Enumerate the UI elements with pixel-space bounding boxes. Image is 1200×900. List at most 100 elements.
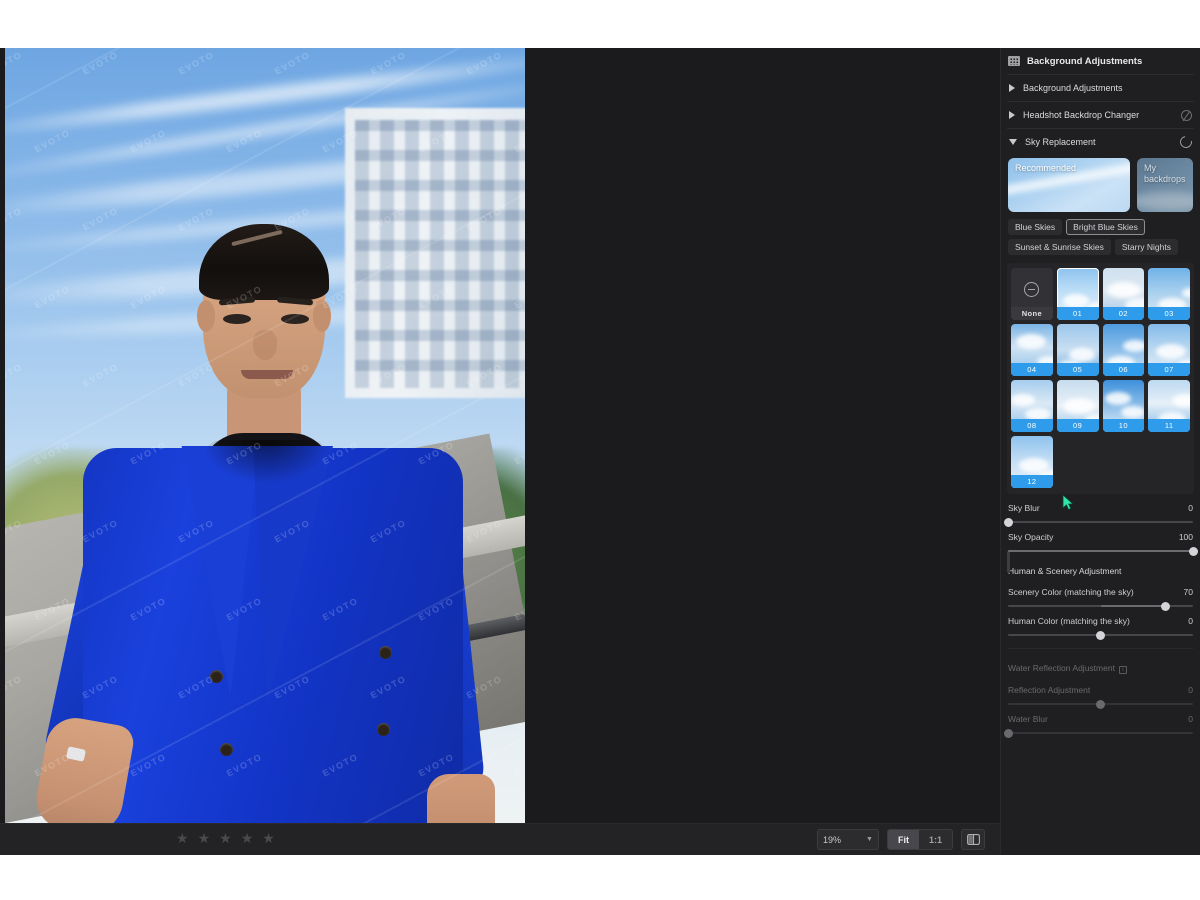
slider-label: Sky Blur bbox=[1008, 503, 1040, 513]
backdrop-source-tabs: Recommended My backdrops bbox=[1001, 155, 1200, 219]
slider-label: Human Color (matching the sky) bbox=[1008, 616, 1130, 626]
thumbnail-label: 10 bbox=[1102, 419, 1145, 432]
slider-track[interactable] bbox=[1008, 699, 1193, 709]
slider-row: Scenery Color (matching the sky) 70 bbox=[1001, 578, 1200, 611]
sky-category-chips: Blue Skies Bright Blue Skies Sunset & Sunr… bbox=[1001, 219, 1200, 255]
minus-circle-icon bbox=[1024, 281, 1040, 297]
zoom-level-select[interactable]: 19% ▼ bbox=[816, 829, 879, 850]
cloud-shape bbox=[1106, 282, 1141, 298]
fit-button[interactable]: Fit bbox=[887, 830, 919, 849]
slider-header: Sky Blur 0 bbox=[1008, 503, 1193, 513]
sky-thumbnail[interactable]: 07 bbox=[1148, 324, 1190, 376]
thumbnail-label: 01 bbox=[1056, 307, 1099, 320]
chip-label: Blue Skies bbox=[1015, 222, 1056, 232]
section-headshot-backdrop-changer[interactable]: Headshot Backdrop Changer bbox=[1001, 102, 1200, 128]
sky-thumbnail[interactable]: 09 bbox=[1056, 380, 1099, 432]
backdrop-tab-recommended[interactable]: Recommended bbox=[1008, 158, 1130, 212]
rating-star[interactable]: ★ bbox=[198, 831, 211, 845]
panel-title: Background Adjustments bbox=[1027, 55, 1143, 67]
slider-knob[interactable] bbox=[1096, 630, 1105, 640]
slider-row: Sky Blur 0 bbox=[1001, 494, 1200, 527]
chip-label: Starry Nights bbox=[1121, 242, 1171, 252]
sky-thumbnail[interactable]: 02 bbox=[1102, 268, 1145, 320]
thumbnail-label: 11 bbox=[1148, 419, 1190, 432]
cloud-shape bbox=[1016, 334, 1046, 349]
sky-thumbnail[interactable]: 11 bbox=[1148, 380, 1190, 432]
slider-track[interactable] bbox=[1003, 517, 1193, 527]
thumbnail-label: 07 bbox=[1148, 363, 1190, 376]
section-sky-replacement[interactable]: Sky Replacement bbox=[1001, 129, 1200, 155]
sky-thumbnail[interactable]: 08 bbox=[1011, 380, 1053, 432]
slider-knob[interactable] bbox=[1096, 699, 1105, 709]
slider-track[interactable] bbox=[1008, 601, 1193, 611]
rating-star[interactable]: ★ bbox=[219, 831, 232, 845]
thumbnail-label: 08 bbox=[1011, 419, 1053, 432]
zoom-level-value: 19% bbox=[822, 834, 841, 845]
sky-thumbnail[interactable]: 03 bbox=[1148, 268, 1190, 320]
sky-sliders: Sky Blur 0 Sky Opacity 100 bbox=[1001, 494, 1200, 556]
sky-thumbnail[interactable]: 04 bbox=[1011, 324, 1053, 376]
sky-thumbnail[interactable]: 05 bbox=[1056, 324, 1099, 376]
reset-icon[interactable] bbox=[1177, 133, 1195, 151]
sky-thumbnail[interactable]: 06 bbox=[1102, 324, 1145, 376]
slider-header: Scenery Color (matching the sky) 70 bbox=[1008, 587, 1193, 597]
rating-stars[interactable]: ★ ★ ★ ★ ★ bbox=[176, 831, 275, 845]
slider-knob[interactable] bbox=[1160, 601, 1170, 611]
slider-knob[interactable] bbox=[1188, 546, 1198, 556]
sky-category-chip[interactable]: Bright Blue Skies bbox=[1066, 219, 1145, 235]
slider-label: Scenery Color (matching the sky) bbox=[1008, 587, 1134, 597]
sky-thumbnail-none[interactable]: None bbox=[1011, 268, 1053, 320]
panel-collapse-handle[interactable] bbox=[1007, 551, 1010, 573]
sky-thumbnail[interactable]: 12 bbox=[1011, 436, 1053, 488]
chip-label: Sunset & Sunrise Skies bbox=[1015, 242, 1104, 252]
slider-knob[interactable] bbox=[1003, 517, 1013, 527]
sky-thumbnail[interactable]: 10 bbox=[1102, 380, 1145, 432]
slider-track[interactable] bbox=[1008, 546, 1198, 556]
image-viewer[interactable]: EVOTO EVOTO EVOTO EVOTO EVOTO EVOTO EVOTO EVOTO… bbox=[0, 48, 1000, 823]
chip-label: Bright Blue Skies bbox=[1073, 222, 1138, 232]
chevron-down-icon bbox=[1009, 139, 1017, 145]
fit-mode-group: Fit 1:1 bbox=[886, 829, 953, 850]
cloud-shape bbox=[1120, 406, 1145, 418]
section-background-adjustments[interactable]: Background Adjustments bbox=[1001, 75, 1200, 101]
slider-header: Water Blur 0 bbox=[1008, 714, 1193, 724]
slider-header: Sky Opacity 100 bbox=[1008, 532, 1193, 542]
disabled-circle-icon[interactable] bbox=[1181, 109, 1192, 121]
sky-thumbnail[interactable]: 01 bbox=[1056, 268, 1099, 320]
rating-star[interactable]: ★ bbox=[176, 831, 189, 845]
slider-label: Reflection Adjustment bbox=[1008, 685, 1091, 695]
thumbnail-label: 05 bbox=[1056, 363, 1099, 376]
one-to-one-button[interactable]: 1:1 bbox=[919, 830, 952, 849]
section-label: Headshot Backdrop Changer bbox=[1023, 110, 1140, 120]
split-view-icon[interactable] bbox=[961, 829, 985, 850]
sky-thumbnail-panel: None 01 02 03 04 05 06 07 08 09 10 11 12 bbox=[1007, 263, 1194, 573]
evoto-app-window: EVOTO EVOTO EVOTO EVOTO EVOTO EVOTO EVOTO EVOTO… bbox=[0, 48, 1200, 855]
section-label: Background Adjustments bbox=[1023, 83, 1123, 93]
sky-category-chip[interactable]: Starry Nights bbox=[1114, 239, 1178, 255]
slider-label: Water Blur bbox=[1008, 714, 1048, 724]
cloud-shape bbox=[1156, 344, 1187, 359]
water-group-label: Water Reflection Adjustment bbox=[1008, 663, 1115, 673]
cloud-shape bbox=[1062, 294, 1089, 308]
photo-subject bbox=[5, 48, 525, 823]
cloud-shape bbox=[1011, 394, 1035, 406]
sky-category-chip[interactable]: Blue Skies bbox=[1008, 219, 1063, 235]
slider-knob[interactable] bbox=[1003, 728, 1013, 738]
info-icon[interactable]: i bbox=[1118, 666, 1127, 674]
rating-star[interactable]: ★ bbox=[262, 831, 275, 845]
zoom-controls: 19% ▼ Fit 1:1 bbox=[816, 829, 985, 850]
water-reflection-group-title: Water Reflection Adjustment i bbox=[1001, 649, 1200, 676]
sky-category-chip[interactable]: Sunset & Sunrise Skies bbox=[1008, 239, 1111, 255]
backdrop-tab-my-backdrops[interactable]: My backdrops bbox=[1137, 158, 1193, 212]
edited-photo[interactable]: EVOTO EVOTO EVOTO EVOTO EVOTO EVOTO EVOTO EVOTO… bbox=[5, 48, 525, 823]
viewer-bottom-toolbar: ★ ★ ★ ★ ★ 19% ▼ Fit 1:1 bbox=[0, 823, 1000, 855]
slider-track[interactable] bbox=[1008, 630, 1193, 640]
thumbnail-label: 12 bbox=[1011, 475, 1053, 488]
backdrop-tab-label: My backdrops bbox=[1144, 163, 1186, 184]
slider-track[interactable] bbox=[1003, 728, 1193, 738]
cloud-shape bbox=[1104, 392, 1131, 405]
thumbnail-label: None bbox=[1011, 307, 1053, 320]
rating-star[interactable]: ★ bbox=[241, 831, 254, 845]
cloud-shape bbox=[1172, 394, 1190, 407]
cloud-shape bbox=[1182, 288, 1190, 298]
